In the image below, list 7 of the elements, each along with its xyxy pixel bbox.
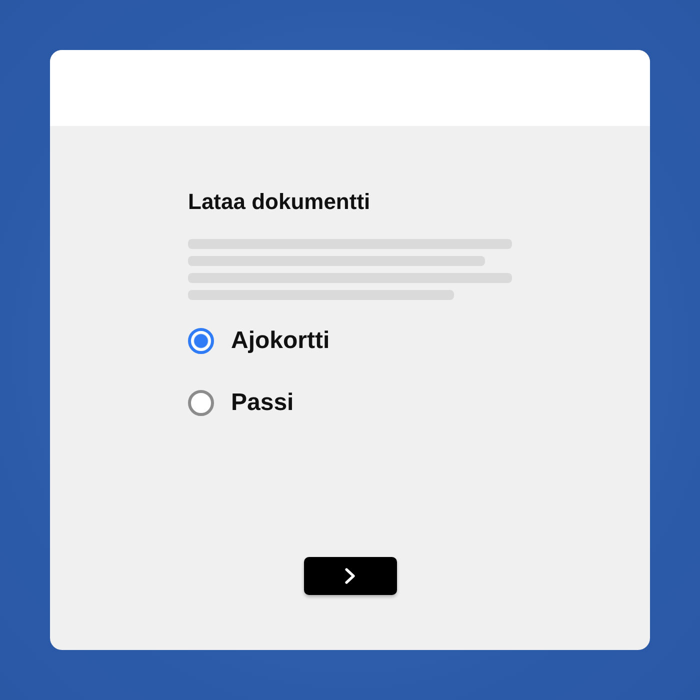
- next-button[interactable]: [304, 557, 396, 595]
- option-label[interactable]: Passi: [231, 390, 294, 416]
- option-label[interactable]: Ajokortti: [231, 328, 330, 354]
- radio-button[interactable]: [188, 328, 214, 354]
- radio-button[interactable]: [188, 390, 214, 416]
- dialog-title: Lataa dokumentti: [188, 189, 372, 215]
- chevron-right-icon: [344, 568, 356, 584]
